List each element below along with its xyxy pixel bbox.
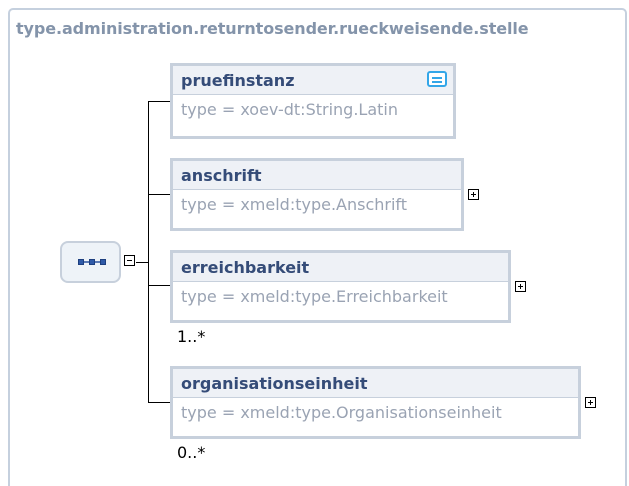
connector-branch-4 xyxy=(148,402,170,403)
element-type: type = xmeld:type.Organisationseinheit xyxy=(181,403,502,422)
element-name: erreichbarkeit xyxy=(181,258,310,277)
element-pruefinstanz[interactable]: pruefinstanz type = xoev-dt:String.Latin xyxy=(170,63,456,139)
connector-branch-1 xyxy=(148,101,170,102)
connector-spine xyxy=(148,101,149,403)
element-anschrift[interactable]: anschrift type = xmeld:type.Anschrift xyxy=(170,158,464,231)
connector-branch-2 xyxy=(148,194,170,195)
container-title: type.administration.returntosender.rueck… xyxy=(16,19,529,38)
cardinality-label: 0..* xyxy=(177,443,206,462)
expand-plus-icon[interactable] xyxy=(468,189,479,200)
expand-plus-icon[interactable] xyxy=(585,397,596,408)
element-type: type = xmeld:type.Anschrift xyxy=(181,195,408,214)
connector-branch-3 xyxy=(148,285,170,286)
element-type: type = xmeld:type.Erreichbarkeit xyxy=(181,287,448,306)
documentation-icon[interactable] xyxy=(427,71,447,87)
cardinality-label: 1..* xyxy=(177,327,206,346)
element-name: anschrift xyxy=(181,166,262,185)
collapse-minus-icon[interactable] xyxy=(124,255,135,266)
element-name: pruefinstanz xyxy=(181,71,295,90)
element-type: type = xoev-dt:String.Latin xyxy=(181,100,398,119)
element-erreichbarkeit[interactable]: erreichbarkeit type = xmeld:type.Erreich… xyxy=(170,250,511,323)
expand-plus-icon[interactable] xyxy=(515,281,526,292)
sequence-icon[interactable] xyxy=(60,241,121,283)
element-name: organisationseinheit xyxy=(181,374,368,393)
element-organisationseinheit[interactable]: organisationseinheit type = xmeld:type.O… xyxy=(170,366,581,439)
